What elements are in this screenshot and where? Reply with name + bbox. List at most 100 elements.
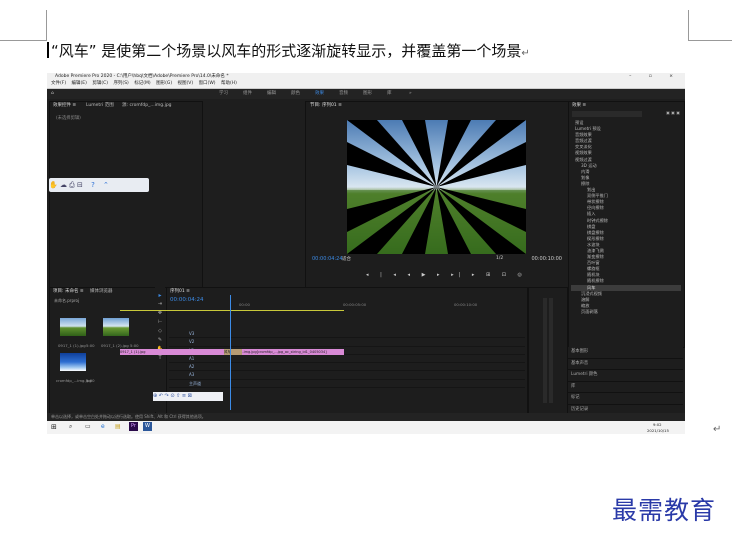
project-thumb-2[interactable] [103, 318, 129, 336]
ruler-end: 00:00:10:00 [454, 302, 478, 307]
track-list: V3 V2 V1 A1 A2 A3 主声道 [169, 330, 525, 389]
audio-meter [528, 287, 568, 414]
menu-view[interactable]: 视图(V) [178, 81, 194, 86]
track-v2[interactable]: V2 [169, 338, 525, 347]
menu-help[interactable]: 帮助(H) [221, 81, 237, 86]
panel-libraries[interactable]: 库 [568, 381, 683, 393]
crop-mark-top-right [688, 10, 732, 41]
edge-icon[interactable]: e [101, 423, 105, 430]
menu-sequence[interactable]: 序列(S) [113, 81, 128, 86]
timeline-timecode: 00:00:04:24 [170, 297, 204, 303]
menu-edit[interactable]: 编辑(E) [72, 81, 87, 86]
effects-search-input[interactable] [572, 111, 642, 117]
caption-line: “风车” 是使第二个场景以风车的形式逐渐旋转显示，并覆盖第一个场景↵ [47, 40, 687, 65]
project-item-dur-3: 5:00 [86, 378, 95, 383]
track-v3[interactable]: V3 [169, 330, 525, 339]
home-icon[interactable]: ⌂ [51, 89, 54, 99]
ws-assembly[interactable]: 组件 [243, 89, 252, 99]
project-item-name-2: 0917_1 (2).jpg [101, 343, 129, 348]
ws-audio[interactable]: 音频 [339, 89, 348, 99]
tab-project[interactable]: 项目: 未命名 ≡ [53, 288, 84, 296]
project-thumb-1[interactable] [60, 318, 86, 336]
program-monitor: 节目: 序列01 ≡ 00:00:04:24 适合 1/2 00:00:10:0… [305, 101, 569, 288]
tab-lumetri-scopes[interactable]: Lumetri 范围 [86, 102, 114, 110]
panel-markers[interactable]: 标记 [568, 393, 683, 405]
ws-learn[interactable]: 学习 [219, 89, 228, 99]
premiere-screenshot: Adobe Premiere Pro 2020 - C:\用户\hbq\文档\A… [47, 73, 685, 434]
menu-marker[interactable]: 标记(M) [134, 81, 150, 86]
premiere-icon[interactable]: Pr [129, 422, 138, 431]
status-text: 单击以选择，或单击空白处并拖动以进行选取。使用 Shift、Alt 和 Ctrl… [51, 414, 206, 419]
effects-item[interactable]: 页面剥落 [571, 309, 681, 315]
project-item-dur-2: 5:00 [130, 343, 139, 348]
project-item-dur-1: 5:00 [86, 343, 95, 348]
track-master[interactable]: 主声道 [169, 380, 525, 389]
caption-text: “风车” 是使第二个场景以风车的形式逐渐旋转显示，并覆盖第一个场景 [51, 42, 522, 60]
timeline-transition[interactable]: 风车 [224, 349, 242, 355]
floating-mini-toolbar[interactable]: ⊕ ↶ ↷ ⊙ ⇧ ≡ ⊠ [153, 392, 223, 401]
windows-taskbar: ⊞ ⌕ ▭ e ▤ Pr W 9:02 2021/10/15 [47, 421, 685, 434]
tab-source[interactable]: 源: cromfdp_...img.jpg [122, 102, 172, 110]
track-a2[interactable]: A2 [169, 363, 525, 372]
project-thumb-3[interactable] [60, 353, 86, 371]
crop-mark-top-left [0, 10, 47, 41]
chevron-up-icon[interactable]: ⌃ [103, 181, 109, 189]
effects-filter-icons[interactable]: ▣ ▣ ▣ [666, 110, 680, 115]
task-view-icon[interactable]: ▭ [85, 423, 91, 430]
word-icon[interactable]: W [143, 422, 152, 431]
menu-file[interactable]: 文件(F) [51, 81, 66, 86]
hand-icon[interactable]: ✋ ☁ ⎙ ⊟ [49, 181, 83, 189]
timeline-clip-1[interactable]: 0917_1 (1).jpg [120, 349, 224, 355]
menu-graphics[interactable]: 图形(G) [156, 81, 172, 86]
project-item-name-1: 0917_1 (1).jpg [58, 343, 86, 348]
paragraph-mark-end: ↵ [713, 424, 722, 435]
timeline-clip-2[interactable]: cromfdp_...img.jpg[cromfdp_...jpg_ac_str… [224, 349, 344, 355]
track-a3[interactable]: A3 [169, 371, 525, 380]
toolbar-icons[interactable]: ⊕ ↶ ↷ ⊙ ⇧ ≡ ⊠ [153, 393, 192, 399]
floating-toolbar: ✋ ☁ ⎙ ⊟ ? ⌃ [49, 178, 149, 192]
window-title: Adobe Premiere Pro 2020 - C:\用户\hbq\文档\A… [55, 74, 229, 79]
help-icon[interactable]: ? [91, 181, 95, 189]
panel-essential-sound[interactable]: 基本声音 [568, 358, 683, 370]
search-icon[interactable]: ⌕ [69, 423, 72, 431]
folder-icon[interactable]: ▤ [115, 423, 121, 430]
taskbar-time: 9:02 [653, 422, 662, 427]
tab-media-browser[interactable]: 媒体浏览器 [90, 288, 113, 296]
watermark-logo: 最需教育 [612, 496, 717, 525]
zoom-select[interactable]: 适合 [342, 256, 351, 262]
taskbar-date: 2021/10/15 [647, 428, 669, 433]
menu-window[interactable]: 窗口(W) [199, 81, 216, 86]
tab-effects[interactable]: 效果 ≡ [572, 102, 586, 110]
panel-lumetri-color[interactable]: Lumetri 颜色 [568, 370, 683, 382]
start-icon[interactable]: ⊞ [51, 423, 57, 431]
panel-essential-graphics[interactable]: 基本图形 [568, 347, 683, 359]
window-controls[interactable]: – ▫ × [629, 73, 681, 80]
transport-controls[interactable]: ◂ | ◂ ◂ ▶ ▸ ▸| ▸ ⊞ ⊡ ◎ [366, 272, 527, 278]
track-a1[interactable]: A1 [169, 355, 525, 364]
no-clip-selected: (未选择剪辑) [56, 116, 81, 121]
text-cursor [47, 42, 49, 58]
tab-sequence[interactable]: 序列01 ≡ [170, 288, 190, 296]
resolution-select[interactable]: 1/2 [496, 256, 503, 261]
status-bar: 单击以选择，或单击空白处并拖动以进行选取。使用 Shift、Alt 和 Ctrl… [47, 413, 685, 421]
tab-program[interactable]: 节目: 序列01 ≡ [310, 102, 342, 110]
menu-clip[interactable]: 剪辑(C) [92, 81, 108, 86]
paragraph-mark: ↵ [521, 48, 530, 59]
ws-libraries[interactable]: 库 [387, 89, 392, 99]
ws-more[interactable]: » [409, 89, 412, 99]
meter-left-channel [543, 298, 547, 403]
playhead[interactable] [230, 295, 231, 410]
program-video-frame [347, 120, 526, 254]
selection-tool-icon[interactable]: ▸ [155, 287, 165, 300]
ws-editing[interactable]: 编辑 [267, 89, 276, 99]
effects-tree: 预设 Lumetri 预设 音频效果 音频过渡 交叉淡化 视频效果 视频过渡 3D 运动 内滑划… [571, 120, 681, 315]
ws-graphics[interactable]: 图形 [363, 89, 372, 99]
program-timecode: 00:00:04:24 [312, 256, 343, 262]
effects-panel: 效果 ≡ ▣ ▣ ▣ 预设 Lumetri 预设 音频效果 音频过渡 交叉淡化 视频效果视… [568, 101, 685, 348]
tab-effect-controls[interactable]: 效果控件 ≡ [53, 102, 76, 110]
ws-color[interactable]: 颜色 [291, 89, 300, 99]
work-area-bar [120, 310, 344, 311]
meter-right-channel [549, 298, 553, 403]
workspace-bar: ⌂ 学习 组件 编辑 颜色 效果 音频 图形 库 » [47, 89, 685, 99]
ws-effects[interactable]: 效果 [315, 89, 324, 99]
